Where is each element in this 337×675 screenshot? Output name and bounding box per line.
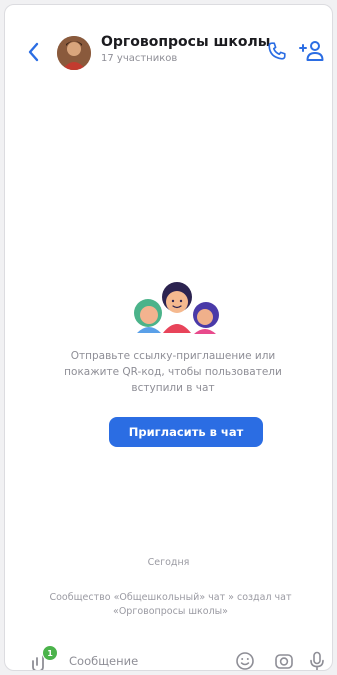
camera-button[interactable] [272, 649, 296, 670]
call-button[interactable] [265, 39, 289, 63]
system-message: Сообщество «Общешкольный» чат » создал ч… [49, 592, 292, 617]
phone-icon [268, 42, 286, 60]
attach-badge: 1 [42, 645, 58, 661]
invite-to-chat-button[interactable]: Пригласить в чат [109, 417, 263, 447]
chat-avatar[interactable] [57, 36, 91, 70]
participants-count: 17 участников [101, 53, 178, 64]
camera-icon [275, 654, 293, 669]
add-member-button[interactable] [298, 38, 326, 64]
invite-description: Отправьте ссылку-приглашение или покажит… [64, 350, 282, 394]
message-input[interactable] [69, 651, 229, 670]
back-button[interactable] [23, 40, 43, 64]
attach-button[interactable]: 1 [29, 645, 58, 670]
sticker-button[interactable] [233, 649, 257, 670]
chat-screen: Орговопросы школы 17 участников Отправьт… [4, 4, 333, 671]
avatar-image [57, 36, 91, 70]
invite-illustration [131, 277, 223, 337]
smile-icon [236, 652, 254, 670]
chat-title[interactable]: Орговопросы школы [101, 34, 270, 50]
chevron-left-icon [28, 42, 39, 62]
chat-header: Орговопросы школы 17 участников [5, 5, 332, 83]
people-illustration [134, 282, 219, 334]
add-user-icon [299, 41, 324, 61]
mic-icon [310, 651, 324, 670]
voice-message-button[interactable] [305, 649, 329, 670]
message-composer: 1 [5, 645, 332, 670]
date-separator: Сегодня [147, 557, 190, 568]
